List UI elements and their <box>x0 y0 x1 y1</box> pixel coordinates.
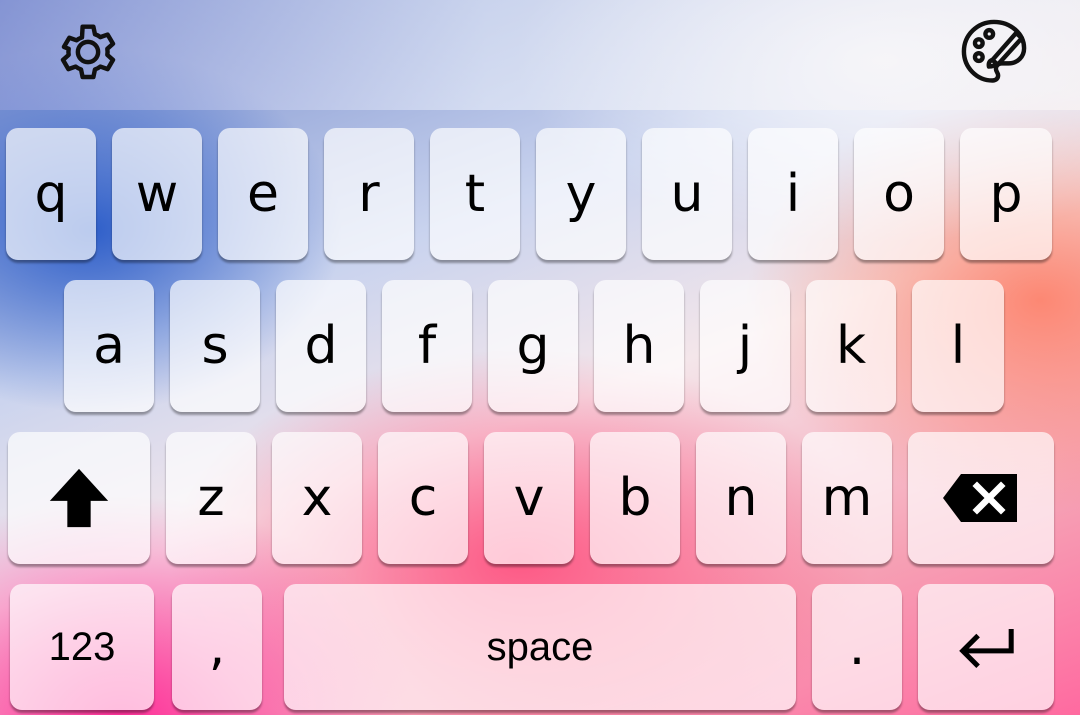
key-label: u <box>670 164 704 224</box>
key-label: p <box>989 164 1023 224</box>
key-label: s <box>201 316 229 376</box>
key-p[interactable]: p <box>960 128 1052 260</box>
key-label: w <box>135 164 179 224</box>
key-u[interactable]: u <box>642 128 732 260</box>
key-x[interactable]: x <box>272 432 362 564</box>
key-label: y <box>565 164 597 224</box>
key-e[interactable]: e <box>218 128 308 260</box>
enter-return-icon <box>959 628 1014 668</box>
enter-key[interactable] <box>918 584 1054 710</box>
key-label: l <box>950 316 966 376</box>
key-label: k <box>835 316 867 376</box>
key-label: b <box>618 468 652 528</box>
key-k[interactable]: k <box>806 280 896 412</box>
key-label: z <box>197 468 225 528</box>
key-label: j <box>737 316 753 376</box>
key-o[interactable]: o <box>854 128 944 260</box>
key-l[interactable]: l <box>912 280 1004 412</box>
key-g[interactable]: g <box>488 280 578 412</box>
keyboard-keys: q w e r t y u i o p a s d f g h j k l z … <box>0 110 1080 715</box>
key-h[interactable]: h <box>594 280 684 412</box>
key-label: space <box>486 625 594 669</box>
key-label: 123 <box>48 625 116 669</box>
settings-button[interactable] <box>48 12 128 92</box>
key-label: a <box>93 316 125 376</box>
key-v[interactable]: v <box>484 432 574 564</box>
key-b[interactable]: b <box>590 432 680 564</box>
key-label: o <box>883 164 915 224</box>
key-t[interactable]: t <box>430 128 520 260</box>
key-a[interactable]: a <box>64 280 154 412</box>
key-s[interactable]: s <box>170 280 260 412</box>
backspace-icon <box>943 474 1017 522</box>
key-label: q <box>34 164 68 224</box>
key-y[interactable]: y <box>536 128 626 260</box>
key-label: , <box>208 617 226 677</box>
key-d[interactable]: d <box>276 280 366 412</box>
keyboard-screen: q w e r t y u i o p a s d f g h j k l z … <box>0 0 1080 715</box>
key-w[interactable]: w <box>112 128 202 260</box>
key-label: . <box>848 617 866 677</box>
shift-arrow-icon <box>49 468 109 528</box>
key-label: v <box>513 468 545 528</box>
key-r[interactable]: r <box>324 128 414 260</box>
period-key[interactable]: . <box>812 584 902 710</box>
palette-brush-icon <box>961 19 1027 83</box>
key-label: r <box>358 164 380 224</box>
key-q[interactable]: q <box>6 128 96 260</box>
key-f[interactable]: f <box>382 280 472 412</box>
keyboard-toolbar <box>0 0 1080 110</box>
gear-icon <box>60 24 116 80</box>
key-label: f <box>417 316 437 376</box>
key-j[interactable]: j <box>700 280 790 412</box>
key-m[interactable]: m <box>802 432 892 564</box>
key-label: g <box>516 316 550 376</box>
key-label: x <box>301 468 333 528</box>
key-c[interactable]: c <box>378 432 468 564</box>
key-label: h <box>622 316 656 376</box>
key-label: m <box>821 468 873 528</box>
key-i[interactable]: i <box>748 128 838 260</box>
key-label: n <box>724 468 758 528</box>
key-z[interactable]: z <box>166 432 256 564</box>
key-n[interactable]: n <box>696 432 786 564</box>
theme-button[interactable] <box>954 12 1034 92</box>
comma-key[interactable]: , <box>172 584 262 710</box>
numbers-key[interactable]: 123 <box>10 584 154 710</box>
space-key[interactable]: space <box>284 584 796 710</box>
key-label: t <box>464 164 486 224</box>
key-label: i <box>785 164 801 224</box>
key-label: c <box>408 468 438 528</box>
key-label: d <box>304 316 338 376</box>
key-label: e <box>247 164 279 224</box>
backspace-key[interactable] <box>908 432 1054 564</box>
shift-key[interactable] <box>8 432 150 564</box>
